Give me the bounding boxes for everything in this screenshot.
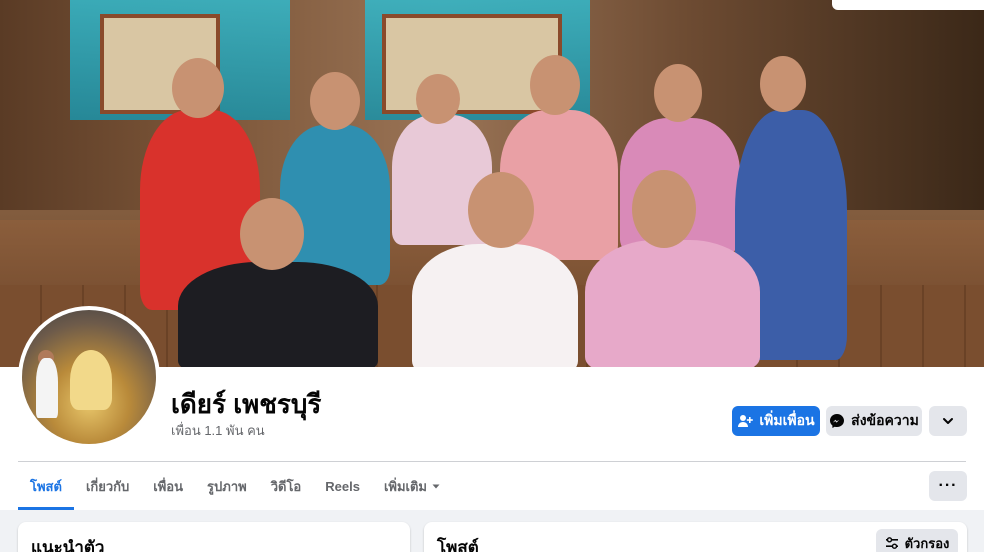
cover-person-head: [172, 58, 224, 118]
cover-person-head: [632, 170, 696, 248]
tab-photos[interactable]: รูปภาพ: [195, 462, 259, 510]
add-friend-button[interactable]: เพิ่มเพื่อน: [732, 406, 820, 436]
filter-icon: [885, 536, 899, 550]
tab-posts[interactable]: โพสต์: [18, 462, 74, 510]
cover-person: [585, 240, 760, 367]
tab-reels[interactable]: Reels: [313, 462, 372, 510]
tab-label: เพิ่มเติม: [383, 478, 427, 494]
messenger-icon: [829, 413, 845, 429]
chevron-down-icon: [942, 415, 954, 427]
tab-videos[interactable]: วิดีโอ: [259, 462, 314, 510]
posts-card: โพสต์ ตัวกรอง: [424, 522, 967, 552]
profile-avatar[interactable]: [18, 306, 160, 448]
avatar-figure: [70, 350, 112, 410]
cover-person-head: [468, 172, 534, 248]
filter-button[interactable]: ตัวกรอง: [876, 529, 958, 552]
profile-tabs: โพสต์ เกี่ยวกับ เพื่อน รูปภาพ วิดีโอ Ree…: [18, 462, 453, 510]
tab-label: เกี่ยวกับ: [85, 478, 130, 494]
tab-label: วิดีโอ: [270, 478, 302, 494]
add-person-icon: [737, 413, 754, 429]
more-options-button[interactable]: [929, 406, 967, 436]
profile-name: เดียร์ เพชรบุรี: [171, 389, 322, 419]
tab-more[interactable]: เพิ่มเติม: [372, 462, 453, 510]
cover-person-head: [654, 64, 702, 122]
avatar-figure: [36, 358, 58, 418]
cover-person: [412, 244, 578, 367]
intro-title: แนะนำตัว: [31, 538, 105, 552]
tab-label: Reels: [325, 478, 360, 494]
avatar-image: [22, 310, 156, 444]
profile-more-button[interactable]: ···: [929, 471, 967, 501]
cover-person: [280, 125, 390, 285]
tab-label: เพื่อน: [153, 478, 184, 494]
cover-person-head: [530, 55, 580, 115]
tab-about[interactable]: เกี่ยวกับ: [74, 462, 141, 510]
more-dots-icon: ···: [938, 477, 958, 494]
cover-person-head: [760, 56, 806, 112]
cover-person: [178, 262, 378, 367]
cover-photo[interactable]: [0, 0, 984, 367]
tab-label: รูปภาพ: [207, 478, 247, 494]
friends-count[interactable]: เพื่อน 1.1 พัน คน: [171, 420, 265, 441]
cover-person-head: [416, 74, 460, 124]
cover-person-head: [240, 198, 304, 270]
tab-friends[interactable]: เพื่อน: [141, 462, 195, 510]
caret-down-icon: [431, 481, 441, 491]
tab-label: โพสต์: [30, 478, 62, 494]
filter-label: ตัวกรอง: [904, 535, 950, 551]
intro-card: แนะนำตัว: [18, 522, 410, 552]
message-button[interactable]: ส่งข้อความ: [826, 406, 922, 436]
cover-person-head: [310, 72, 360, 130]
add-friend-label: เพิ่มเพื่อน: [759, 412, 815, 428]
message-label: ส่งข้อความ: [851, 412, 919, 428]
cover-edit-area: [832, 0, 984, 10]
posts-title: โพสต์: [437, 538, 479, 552]
